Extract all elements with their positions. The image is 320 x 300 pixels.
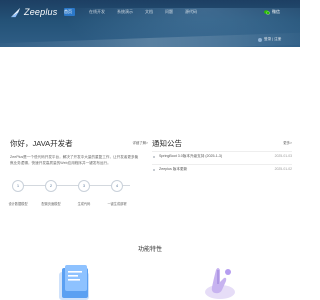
- step-number: 4: [111, 180, 123, 192]
- more-announcements-link[interactable]: 更多>: [283, 140, 292, 145]
- nav-item-source[interactable]: 源代码: [179, 8, 203, 16]
- hero-banner: Zeeplus 首页 在线开发 系统演示 文档 问题 源代码 微信 登录 | 注…: [0, 0, 300, 47]
- announcement-text: SpringBoot 3.0版本升级支持 (2025-1-3): [159, 154, 223, 158]
- wechat-link[interactable]: 微信: [264, 9, 280, 15]
- divider: [152, 164, 292, 165]
- divider: [152, 151, 292, 152]
- java-developer-card: 你好，JAVA开发者 详细了解> ZeePlus是一个低代码开发平台，解决了开发…: [8, 138, 148, 206]
- feature-document-illustration-icon: [59, 265, 89, 300]
- user-avatar-icon: [258, 37, 262, 42]
- announcement-item[interactable]: SpringBoot 3.0版本升级支持 (2025-1-3) 2025-01-…: [152, 153, 292, 163]
- login-register[interactable]: 登录 | 注册: [258, 37, 281, 42]
- step-number: 1: [12, 180, 24, 192]
- announcement-text: Zeeplus 版本更新: [159, 167, 188, 171]
- logo[interactable]: Zeeplus: [10, 5, 57, 19]
- step-number: 2: [45, 180, 57, 192]
- learn-more-link[interactable]: 详细了解>: [132, 140, 148, 145]
- step-generate-code: 3 生成代码: [69, 180, 99, 206]
- announcement-date: 2025-01-02: [274, 167, 292, 171]
- feature-hand-illustration-icon: [205, 268, 235, 299]
- announcement-date: 2025-01-03: [274, 154, 292, 158]
- bullet-dot-icon: [153, 169, 156, 172]
- nav-item-demo[interactable]: 系统演示: [111, 8, 139, 16]
- nav-item-issues[interactable]: 问题: [159, 8, 179, 16]
- login-register-label: 登录 | 注册: [264, 37, 282, 41]
- announcement-item[interactable]: Zeeplus 版本更新 2025-01-02: [152, 166, 292, 176]
- announcements-title: 通知公告: [152, 139, 182, 148]
- step-configure-page: 2 配置页面模型: [36, 180, 66, 206]
- logo-text: Zeeplus: [24, 7, 58, 17]
- nav-item-online-dev[interactable]: 在线开发: [83, 8, 111, 16]
- step-label: 设计数据模型: [8, 202, 28, 206]
- nav-item-docs[interactable]: 文档: [139, 8, 159, 16]
- features-title: 功能特性: [137, 247, 162, 253]
- wechat-label: 微信: [272, 9, 280, 14]
- step-deploy: 4 一键生成部署: [102, 180, 132, 206]
- step-design-model: 1 设计数据模型: [3, 180, 33, 206]
- nav-item-home[interactable]: 首页: [64, 8, 75, 16]
- step-label: 一键生成部署: [107, 202, 127, 206]
- wechat-icon: [264, 9, 270, 15]
- step-number: 3: [78, 180, 90, 192]
- java-developer-title: 你好，JAVA开发者: [10, 139, 73, 148]
- step-label: 配置页面模型: [41, 202, 61, 206]
- announcements-card: 通知公告 更多> SpringBoot 3.0版本升级支持 (2025-1-3)…: [152, 138, 292, 172]
- java-developer-description: ZeePlus是一个低代码开发平台，解决了开发中大量的重复工作，让开发者更多聚焦…: [10, 155, 139, 165]
- bullet-dot-icon: [153, 156, 156, 159]
- logo-icon: [10, 7, 21, 17]
- workflow-steps: 1 设计数据模型 2 配置页面模型 3 生成代码 4 一键生成部署: [8, 178, 148, 218]
- main-nav: 首页 在线开发 系统演示 文档 问题 源代码: [64, 8, 203, 16]
- step-label: 生成代码: [77, 202, 91, 206]
